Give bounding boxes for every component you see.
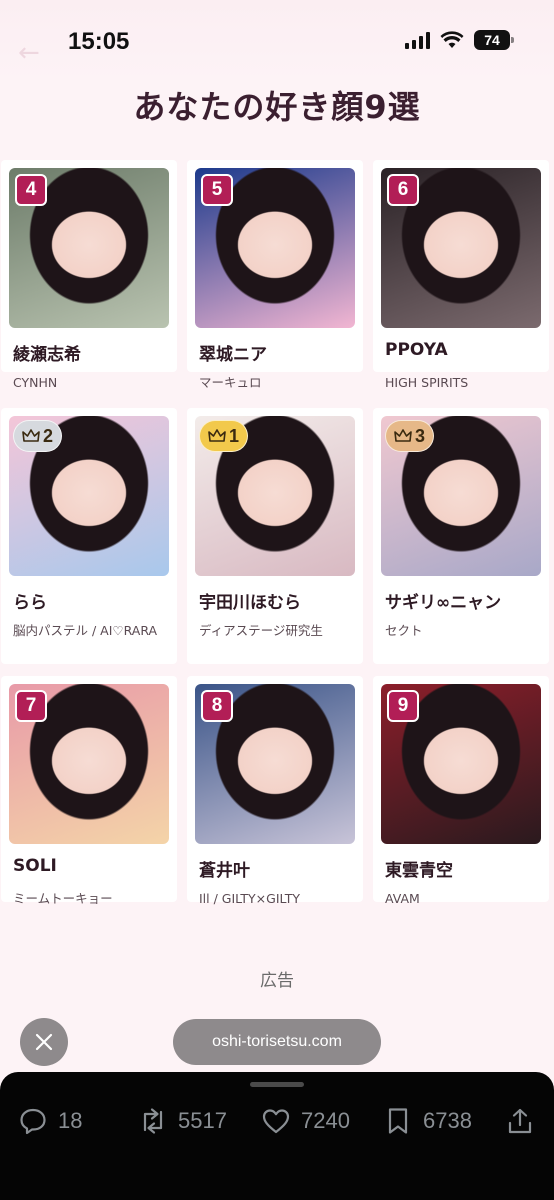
bookmark-icon: [388, 1108, 408, 1134]
ad-label: 広告: [260, 971, 294, 991]
repost-icon: [143, 1108, 163, 1134]
repost-count: 5517: [178, 1108, 227, 1133]
rank-badge: 9: [387, 690, 419, 722]
idol-group: 脳内パステル / AI♡RARA: [13, 623, 158, 638]
like-button[interactable]: 7240: [261, 1106, 350, 1136]
reply-count: 18: [58, 1108, 83, 1133]
crown-icon: [208, 429, 226, 442]
tweet-action-bar: 18 5517 7240 6738: [0, 1072, 554, 1200]
crown-icon: [394, 429, 412, 442]
bookmark-button[interactable]: 6738: [383, 1106, 472, 1136]
idol-name: 蒼井叶: [199, 861, 250, 881]
wifi-icon: [440, 31, 464, 48]
rank-crown-badge: 1: [199, 420, 249, 452]
back-arrow-icon[interactable]: ←: [18, 38, 40, 68]
idol-group: ディアステージ研究生: [199, 623, 323, 638]
idol-name: らら: [13, 593, 47, 613]
idol-group: マーキュロ: [199, 375, 262, 390]
idol-name: 宇田川ほむら: [199, 593, 301, 613]
rank-badge: 6: [387, 174, 419, 206]
share-icon: [508, 1108, 532, 1134]
cellular-signal-icon: [405, 31, 430, 49]
heart-icon: [262, 1109, 290, 1134]
reply-icon: [20, 1108, 46, 1135]
status-icons: 74: [405, 30, 514, 50]
rank-badge: 5: [201, 174, 233, 206]
idol-name: サギリ∞ニャン: [385, 593, 502, 613]
rank-badge: 4: [15, 174, 47, 206]
rank-number: 1: [229, 425, 240, 446]
page-title: あなたの好き顔9選: [133, 88, 421, 126]
rank-badge: 7: [15, 690, 47, 722]
share-button[interactable]: [505, 1106, 535, 1136]
bookmark-count: 6738: [423, 1108, 472, 1133]
rank-number: 2: [43, 425, 54, 446]
battery-icon: 74: [474, 30, 514, 50]
close-button[interactable]: [20, 1018, 68, 1066]
idol-card[interactable]: 8 蒼井叶 Ill / GILTY×GILTY: [187, 676, 363, 906]
reply-button[interactable]: 18: [18, 1106, 82, 1136]
rank-crown-badge: 2: [13, 420, 63, 452]
crown-icon: [22, 429, 40, 442]
status-bar: ← 15:05 74: [0, 0, 554, 80]
idol-group: セクト: [385, 623, 423, 638]
url-pill[interactable]: oshi-torisetsu.com: [173, 1019, 381, 1065]
idol-card[interactable]: 4 綾瀬志希 CYNHN: [1, 160, 177, 390]
idol-group: AVAM: [385, 891, 420, 906]
rank-crown-badge: 3: [385, 420, 435, 452]
rank-number: 3: [415, 425, 426, 446]
idol-name: 東雲青空: [385, 861, 453, 881]
status-time: 15:05: [68, 28, 130, 55]
idol-card[interactable]: 9 東雲青空 AVAM: [373, 676, 549, 906]
repost-button[interactable]: 5517: [138, 1106, 227, 1136]
drag-handle[interactable]: [250, 1082, 304, 1087]
idol-group: ミームトーキョー: [13, 891, 113, 906]
idol-name: 綾瀬志希: [13, 345, 81, 365]
idol-name: 翠城ニア: [199, 345, 267, 365]
idol-name: SOLI: [13, 856, 57, 876]
idol-card[interactable]: 5 翠城ニアマーキュロ: [187, 160, 363, 390]
rank-badge: 8: [201, 690, 233, 722]
idol-card[interactable]: 1 宇田川ほむらディアステージ研究生: [187, 408, 363, 664]
idol-card[interactable]: 2 らら脳内パステル / AI♡RARA: [1, 408, 177, 664]
idol-group: Ill / GILTY×GILTY: [199, 891, 301, 906]
idol-group: HIGH SPIRITS: [385, 375, 469, 390]
like-count: 7240: [301, 1108, 350, 1133]
close-icon: [35, 1033, 53, 1051]
idol-card[interactable]: 3 サギリ∞ニャンセクト: [373, 408, 549, 664]
idol-name: PPOYA: [385, 340, 448, 360]
idol-group: CYNHN: [13, 375, 58, 390]
idol-card[interactable]: 7 SOLI ミームトーキョー: [1, 676, 177, 906]
idol-card[interactable]: 6 PPOYA HIGH SPIRITS: [373, 160, 549, 390]
